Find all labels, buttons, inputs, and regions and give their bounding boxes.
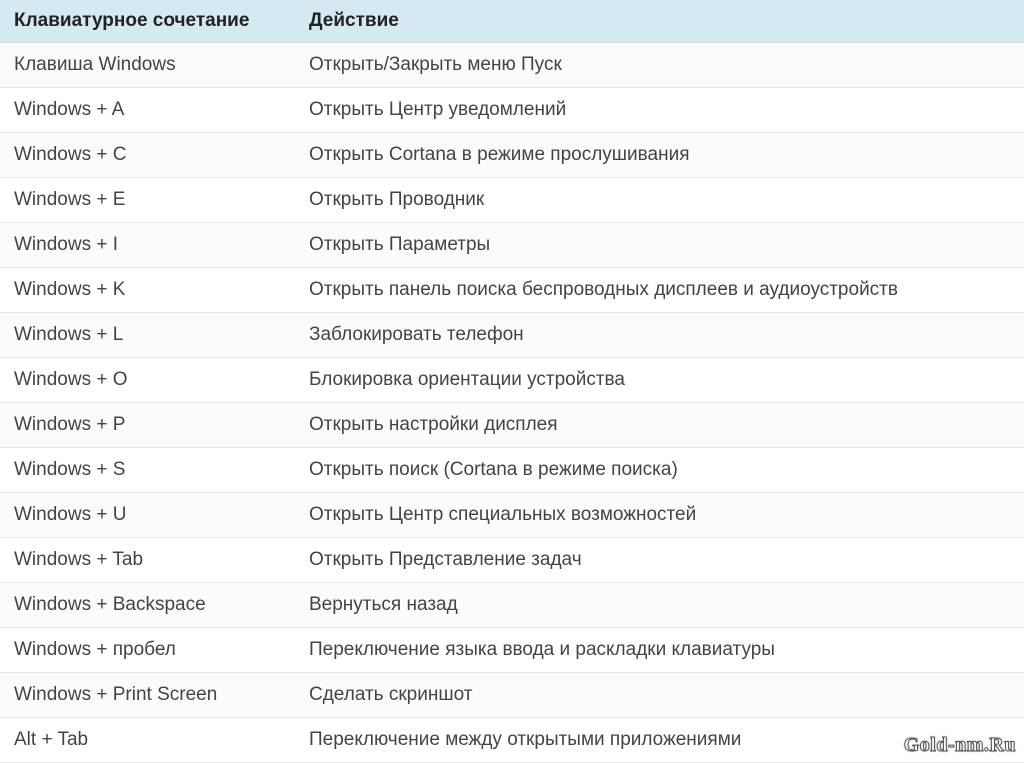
cell-shortcut: Windows + K: [0, 268, 295, 313]
cell-shortcut: Windows + S: [0, 448, 295, 493]
cell-shortcut: Windows + U: [0, 493, 295, 538]
table-row: Windows + CОткрыть Cortana в режиме прос…: [0, 133, 1024, 178]
cell-shortcut: Windows + A: [0, 88, 295, 133]
cell-shortcut: Windows + C: [0, 133, 295, 178]
table-row: Windows + Print ScreenСделать скриншот: [0, 673, 1024, 718]
cell-action: Открыть Центр уведомлений: [295, 88, 1024, 133]
table-row: Windows + LЗаблокировать телефон: [0, 313, 1024, 358]
cell-shortcut: Windows + Print Screen: [0, 673, 295, 718]
cell-shortcut: Windows + P: [0, 403, 295, 448]
table-row: Клавиша WindowsОткрыть/Закрыть меню Пуск: [0, 43, 1024, 88]
cell-action: Открыть/Закрыть меню Пуск: [295, 43, 1024, 88]
table-row: Windows + UОткрыть Центр специальных воз…: [0, 493, 1024, 538]
cell-shortcut: Windows + пробел: [0, 628, 295, 673]
cell-action: Открыть Cortana в режиме прослушивания: [295, 133, 1024, 178]
header-shortcut: Клавиатурное сочетание: [0, 0, 295, 43]
cell-action: Открыть Центр специальных возможностей: [295, 493, 1024, 538]
table-row: Windows + TabОткрыть Представление задач: [0, 538, 1024, 583]
cell-action: Переключение языка ввода и раскладки кла…: [295, 628, 1024, 673]
cell-shortcut: Клавиша Windows: [0, 43, 295, 88]
cell-action: Блокировка ориентации устройства: [295, 358, 1024, 403]
cell-shortcut: Windows + I: [0, 223, 295, 268]
table-row: Windows + PОткрыть настройки дисплея: [0, 403, 1024, 448]
cell-shortcut: Windows + E: [0, 178, 295, 223]
table-row: Windows + SОткрыть поиск (Cortana в режи…: [0, 448, 1024, 493]
table-row: Windows + IОткрыть Параметры: [0, 223, 1024, 268]
cell-action: Открыть Представление задач: [295, 538, 1024, 583]
cell-action: Открыть панель поиска беспроводных диспл…: [295, 268, 1024, 313]
table-row: Windows + BackspaceВернуться назад: [0, 583, 1024, 628]
cell-shortcut: Windows + O: [0, 358, 295, 403]
table-row: Windows + EОткрыть Проводник: [0, 178, 1024, 223]
cell-shortcut: Alt + Tab: [0, 718, 295, 763]
cell-action: Открыть поиск (Cortana в режиме поиска): [295, 448, 1024, 493]
shortcuts-table: Клавиатурное сочетание Действие Клавиша …: [0, 0, 1024, 763]
cell-action: Заблокировать телефон: [295, 313, 1024, 358]
table-row: Windows + KОткрыть панель поиска беспров…: [0, 268, 1024, 313]
table-row: Alt + TabПереключение между открытыми пр…: [0, 718, 1024, 763]
cell-action: Открыть Проводник: [295, 178, 1024, 223]
cell-shortcut: Windows + L: [0, 313, 295, 358]
cell-shortcut: Windows + Tab: [0, 538, 295, 583]
cell-action: Открыть Параметры: [295, 223, 1024, 268]
table-row: Windows + AОткрыть Центр уведомлений: [0, 88, 1024, 133]
cell-shortcut: Windows + Backspace: [0, 583, 295, 628]
table-row: Windows + OБлокировка ориентации устройс…: [0, 358, 1024, 403]
cell-action: Сделать скриншот: [295, 673, 1024, 718]
table-body: Клавиша WindowsОткрыть/Закрыть меню Пуск…: [0, 43, 1024, 763]
cell-action: Переключение между открытыми приложениям…: [295, 718, 1024, 763]
cell-action: Вернуться назад: [295, 583, 1024, 628]
table-row: Windows + пробелПереключение языка ввода…: [0, 628, 1024, 673]
cell-action: Открыть настройки дисплея: [295, 403, 1024, 448]
header-action: Действие: [295, 0, 1024, 43]
table-header-row: Клавиатурное сочетание Действие: [0, 0, 1024, 43]
